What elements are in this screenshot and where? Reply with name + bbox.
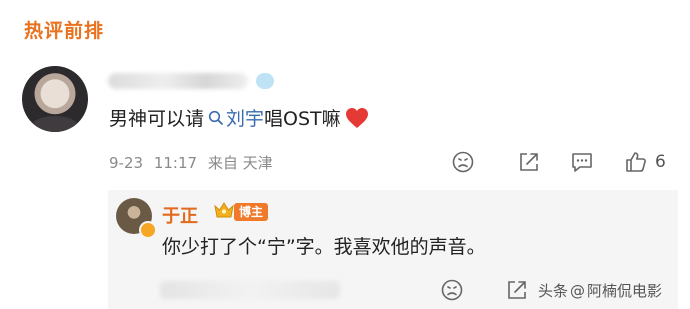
user-badge-icon <box>256 73 274 89</box>
reply-username[interactable]: 于正 <box>162 202 198 228</box>
comment-text-after: 唱OST嘛 <box>264 108 341 130</box>
verified-icon <box>139 221 157 239</box>
comment-meta: 9-23 11:17 来自 天津 <box>109 152 279 173</box>
topic-link[interactable]: 刘宇 <box>204 104 264 131</box>
dislike-face-icon[interactable] <box>440 278 464 302</box>
blurred-content <box>160 281 340 299</box>
comment-time: 11:17 <box>153 154 198 172</box>
heart-icon <box>345 107 368 128</box>
section-title: 热评前排 <box>24 20 105 42</box>
reply-text: 你少打了个“宁”字。我喜欢他的声音。 <box>162 236 486 258</box>
thumbs-up-icon[interactable] <box>624 150 648 174</box>
author-badge: 博主 <box>234 203 269 221</box>
crown-icon <box>214 202 234 218</box>
share-icon[interactable] <box>517 150 541 174</box>
dislike-face-icon[interactable] <box>451 150 475 174</box>
share-icon[interactable] <box>505 278 529 302</box>
watermark-at: @ <box>570 281 586 300</box>
topic-link-label: 刘宇 <box>226 108 265 130</box>
watermark-prefix: 头条 <box>538 282 569 300</box>
watermark-account: 阿楠侃电影 <box>587 282 663 300</box>
comment-icon[interactable] <box>570 150 594 174</box>
watermark: 头条 @ 阿楠侃电影 <box>538 280 662 301</box>
search-icon <box>208 110 223 125</box>
comment-text-before: 男神可以请 <box>109 108 205 130</box>
comment-date: 9-23 <box>109 154 144 172</box>
comment-location: 来自 天津 <box>207 154 273 172</box>
commenter-avatar[interactable] <box>22 66 88 132</box>
comment-text: 男神可以请 刘宇 唱OST嘛 <box>109 104 369 131</box>
blurred-username[interactable] <box>108 73 248 89</box>
like-count: 6 <box>655 152 666 172</box>
